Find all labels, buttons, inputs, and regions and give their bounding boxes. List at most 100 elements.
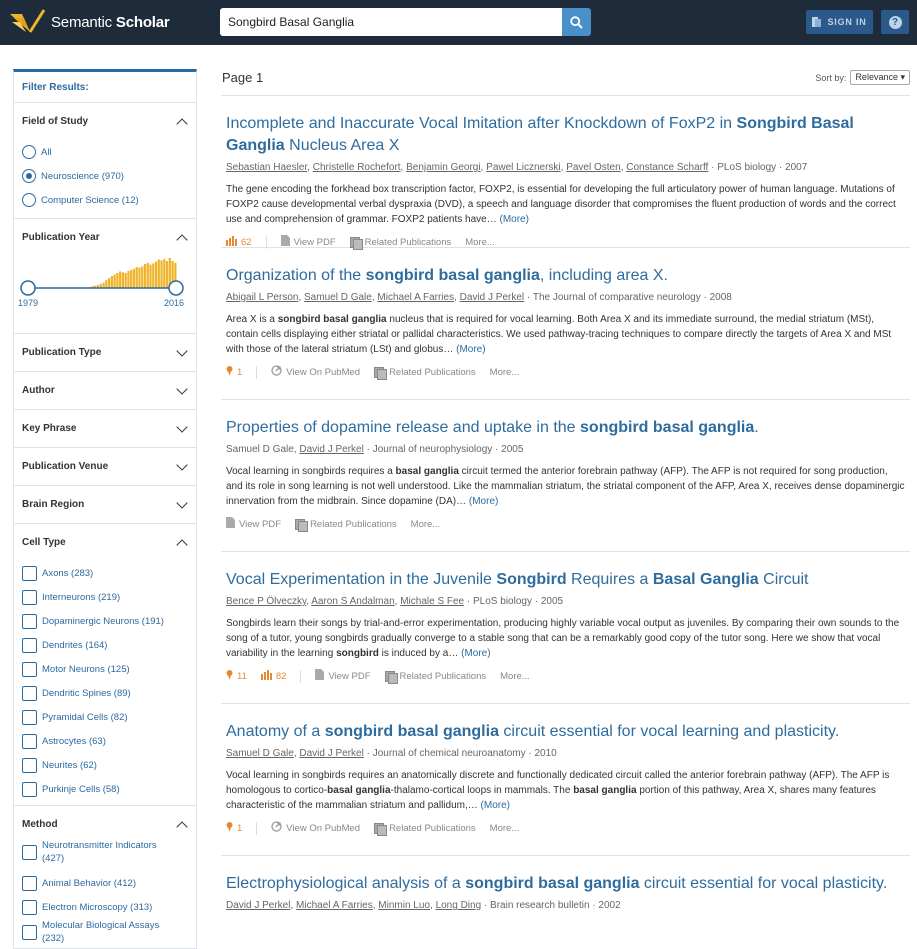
year-slider-min-handle[interactable] [20, 280, 36, 296]
year-slider-max-handle[interactable] [168, 280, 184, 296]
cell-type-header[interactable]: Cell Type [14, 524, 196, 561]
field-option-neuroscience[interactable]: Neuroscience (970) [14, 164, 196, 188]
method-option[interactable]: Electron Microscopy (313) [14, 895, 196, 919]
result-more-link[interactable]: (More) [469, 496, 498, 507]
result-more-link[interactable]: (More) [481, 800, 510, 811]
cell-type-option[interactable]: Purkinje Cells (58) [14, 777, 196, 801]
cell-type-option[interactable]: Pyramidal Cells (82) [14, 705, 196, 729]
related-publications-link[interactable]: Related Publications [374, 366, 476, 380]
citations[interactable]: 82 [260, 669, 286, 683]
radio-all[interactable] [22, 145, 36, 159]
publication-venue-header[interactable]: Publication Venue [14, 448, 196, 485]
cell-type-option[interactable]: Motor Neurons (125) [14, 657, 196, 681]
checkbox[interactable] [22, 875, 37, 891]
checkbox[interactable] [22, 637, 37, 653]
result-author-link[interactable]: David J Perkel [460, 292, 524, 303]
radio-neuroscience[interactable] [22, 169, 36, 183]
key-citations[interactable]: 11 [226, 669, 247, 683]
result-title[interactable]: Vocal Experimentation in the Juvenile So… [226, 569, 905, 591]
author-header[interactable]: Author [14, 372, 196, 409]
cell-type-option[interactable]: Dopaminergic Neurons (191) [14, 609, 196, 633]
cell-type-option[interactable]: Astrocytes (63) [14, 729, 196, 753]
checkbox[interactable] [22, 781, 37, 797]
method-option[interactable]: Animal Behavior (412) [14, 871, 196, 895]
related-publications-link[interactable]: Related Publications [295, 518, 397, 532]
field-of-study-header[interactable]: Field of Study [14, 103, 196, 140]
view-pdf-link[interactable]: View PDF [226, 517, 281, 531]
field-option-computer-science[interactable]: Computer Science (12) [14, 188, 196, 212]
result-author-link[interactable]: Christelle Rochefort [313, 162, 401, 173]
related-publications-link[interactable]: Related Publications [374, 822, 476, 836]
help-button[interactable]: ? [881, 10, 909, 34]
method-header[interactable]: Method [14, 806, 196, 843]
sign-in-button[interactable]: SIGN IN [806, 10, 873, 34]
result-author-link[interactable]: Michael A Farries [377, 292, 454, 303]
result-more-link[interactable]: (More) [499, 214, 528, 225]
result-author-link[interactable]: Aaron S Andalman [311, 596, 394, 607]
checkbox[interactable] [22, 733, 37, 749]
result-author-link[interactable]: David J Perkel [299, 444, 363, 455]
cell-type-option[interactable]: Interneurons (219) [14, 585, 196, 609]
checkbox[interactable] [22, 925, 37, 940]
search-button[interactable] [562, 8, 591, 36]
result-author-link[interactable]: Benjamin Georgi [406, 162, 480, 173]
cell-type-option[interactable]: Dendrites (164) [14, 633, 196, 657]
key-citations[interactable]: 1 [226, 365, 242, 379]
result-author-link[interactable]: David J Perkel [226, 900, 290, 911]
key-citations[interactable]: 1 [226, 821, 242, 835]
more-menu[interactable]: More... [490, 367, 520, 378]
key-phrase-header[interactable]: Key Phrase [14, 410, 196, 447]
checkbox[interactable] [22, 613, 37, 629]
result-more-link[interactable]: (More) [456, 344, 485, 355]
result-title[interactable]: Properties of dopamine release and uptak… [226, 417, 905, 439]
checkbox[interactable] [22, 845, 37, 860]
brain-region-header[interactable]: Brain Region [14, 486, 196, 523]
view-on-pubmed-link[interactable]: View On PubMed [271, 365, 360, 379]
result-author-link[interactable]: Michale S Fee [400, 596, 464, 607]
logo[interactable]: Semantic Scholar [8, 8, 170, 36]
result-author-link[interactable]: Pawel Licznerski [486, 162, 560, 173]
cell-type-option[interactable]: Axons (283) [14, 561, 196, 585]
method-option[interactable]: Molecular Biological Assays (232) [14, 919, 196, 947]
checkbox[interactable] [22, 899, 37, 915]
checkbox[interactable] [22, 685, 37, 701]
result-title[interactable]: Anatomy of a songbird basal ganglia circ… [226, 721, 905, 743]
checkbox[interactable] [22, 757, 37, 773]
checkbox[interactable] [22, 709, 37, 725]
checkbox[interactable] [22, 589, 37, 605]
more-menu[interactable]: More... [500, 671, 530, 682]
citations[interactable]: 62 [226, 235, 252, 249]
result-author-link[interactable]: Michael A Farries [296, 900, 373, 911]
publication-type-header[interactable]: Publication Type [14, 334, 196, 371]
result-more-link[interactable]: (More) [461, 648, 490, 659]
related-publications-link[interactable]: Related Publications [384, 670, 486, 684]
result-author-link[interactable]: Minmin Luo [378, 900, 430, 911]
result-author-link[interactable]: Pavel Osten [566, 162, 620, 173]
sort-select[interactable]: Relevance ▾ [850, 70, 910, 85]
result-author-link[interactable]: Abigail L Person [226, 292, 298, 303]
checkbox[interactable] [22, 661, 37, 677]
cell-type-option[interactable]: Neurites (62) [14, 753, 196, 777]
result-title[interactable]: Incomplete and Inaccurate Vocal Imitatio… [226, 113, 905, 157]
result-author-link[interactable]: Bence P Ölveczky [226, 596, 306, 607]
view-on-pubmed-link[interactable]: View On PubMed [271, 821, 360, 835]
result-author-link[interactable]: Long Ding [436, 900, 482, 911]
method-option[interactable]: Neurotransmitter Indicators (427) [14, 839, 196, 867]
result-author-link[interactable]: Constance Scharff [626, 162, 708, 173]
result-title[interactable]: Organization of the songbird basal gangl… [226, 265, 905, 287]
more-menu[interactable]: More... [465, 237, 495, 248]
radio-computer-science[interactable] [22, 193, 36, 207]
more-menu[interactable]: More... [490, 823, 520, 834]
result-author-link[interactable]: David J Perkel [299, 748, 363, 759]
publication-year-header[interactable]: Publication Year [14, 219, 196, 256]
result-author-link[interactable]: Sebastian Haesler [226, 162, 307, 173]
view-pdf-link[interactable]: View PDF [315, 669, 371, 683]
result-author-link[interactable]: Samuel D Gale [226, 748, 294, 759]
result-title[interactable]: Electrophysiological analysis of a songb… [226, 873, 905, 895]
result-author-link[interactable]: Samuel D Gale [304, 292, 372, 303]
related-publications-link[interactable]: Related Publications [349, 236, 451, 250]
field-option-all[interactable]: All [14, 140, 196, 164]
cell-type-option[interactable]: Dendritic Spines (89) [14, 681, 196, 705]
checkbox[interactable] [22, 565, 37, 581]
search-input[interactable] [220, 8, 562, 36]
